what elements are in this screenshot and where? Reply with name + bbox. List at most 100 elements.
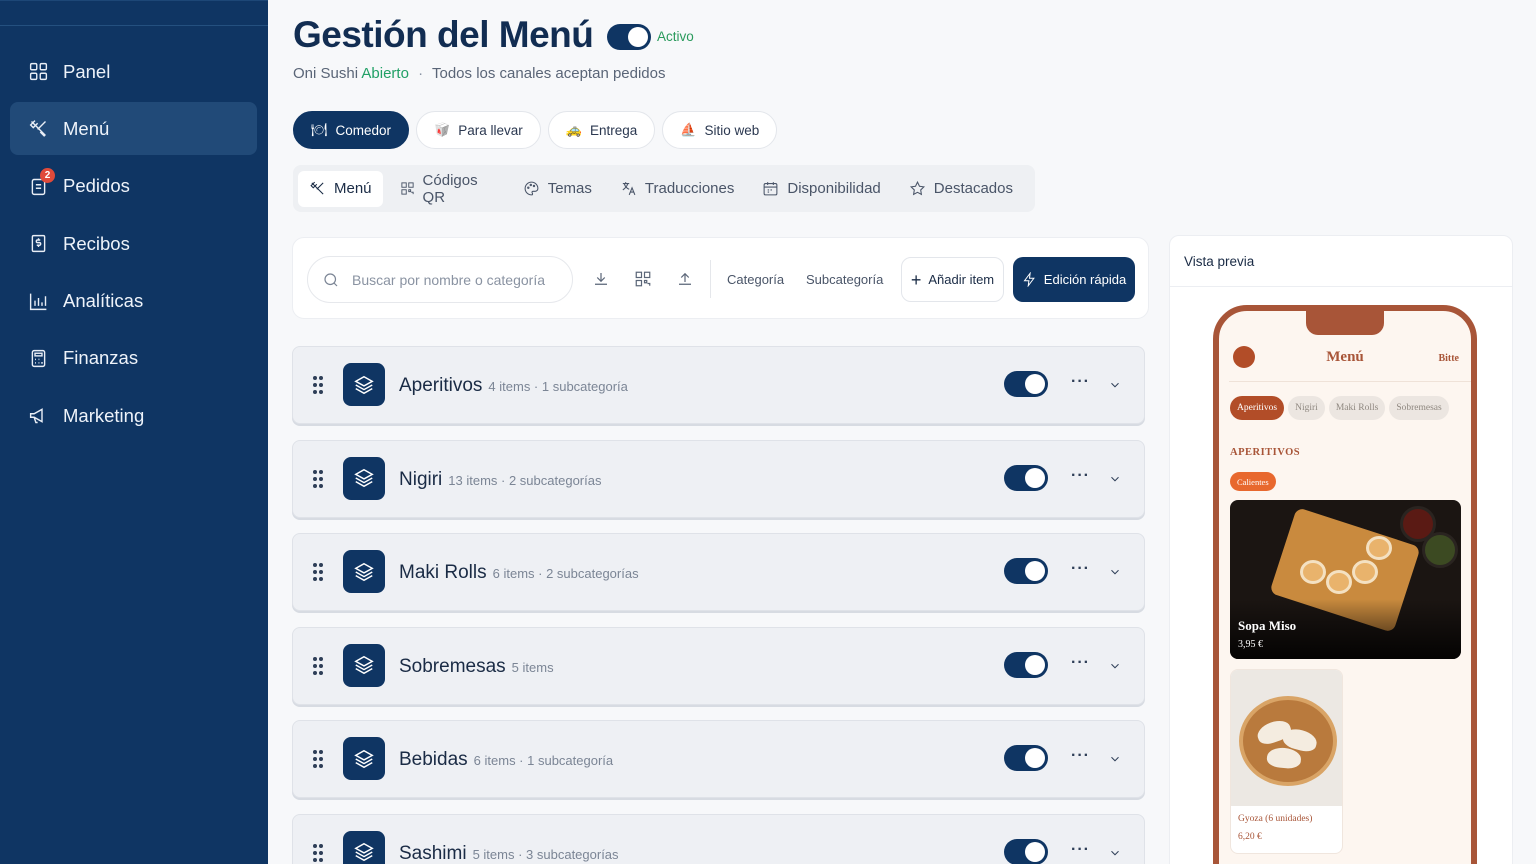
sidebar-item-panel[interactable]: Panel [10,45,257,98]
sidebar-item-label: Analíticas [63,290,144,312]
preview-panel: Vista previa Menú Bitte Aperitivos Nigir… [1169,235,1513,864]
phone-chip[interactable]: Maki Rolls [1328,396,1386,420]
toggle-knob [1025,748,1045,768]
more-options-icon[interactable]: ··· [1071,747,1090,765]
phone-section-title: APERITIVOS [1230,447,1301,458]
download-icon[interactable] [592,270,610,288]
tab-temas[interactable]: Temas [512,171,603,207]
layers-icon [343,643,385,687]
chevron-down-icon[interactable] [1108,659,1122,673]
more-options-icon[interactable]: ··· [1071,373,1090,391]
sidebar-item-label: Marketing [63,404,145,426]
more-options-icon[interactable]: ··· [1071,654,1090,672]
toggle-knob [1025,654,1045,675]
dining-icon: 🍽 [311,122,328,137]
menu-active-toggle[interactable] [607,24,651,50]
item-name: Gyoza (6 unidades) [1238,814,1313,824]
quick-edit-button[interactable]: Edición rápida [1013,257,1135,302]
chevron-down-icon[interactable] [1108,472,1122,486]
megaphone-icon [27,405,49,427]
orders-badge: 2 [40,168,55,184]
channel-pills: 🍽 Comedor 🥡 Para llevar 🚕 Entrega ⛵ Siti… [293,111,778,149]
sushi-roll-image [1326,570,1352,594]
toggle-knob [1025,467,1045,488]
quick-edit-label: Edición rápida [1043,272,1127,287]
search-input[interactable] [352,271,562,288]
tab-traducciones[interactable]: Traducciones [609,171,746,207]
tab-label: Códigos QR [422,171,478,206]
phone-item-card[interactable]: Gyoza (6 unidades) 6,20 € [1230,669,1343,854]
category-row[interactable]: Nigiri 13 items · 2 subcategorías ··· [292,439,1145,518]
sidebar-item-finanzas[interactable]: Finanzas [10,332,257,385]
sidebar-item-pedidos[interactable]: 2 Pedidos [10,160,257,213]
category-name: Maki Rolls [399,562,487,583]
tab-label: Disponibilidad [787,180,881,197]
category-visibility-toggle[interactable] [1004,464,1048,491]
channel-comedor[interactable]: 🍽 Comedor [293,111,410,149]
sidebar-item-label: Recibos [63,232,130,254]
tab-destacados[interactable]: Destacados [898,171,1024,207]
category-name: Bebidas [399,749,468,770]
category-name: Nigiri [399,468,443,490]
category-meta: 6 items · 1 subcategoría [473,753,614,768]
takeaway-icon: 🥡 [434,122,451,137]
phone-menu-title: Menú [1326,349,1364,365]
sidebar-item-marketing[interactable]: Marketing [10,389,257,442]
drag-handle-icon[interactable] [313,656,323,675]
category-visibility-toggle[interactable] [1004,371,1048,397]
category-row[interactable]: Sashimi 5 items · 3 subcategorías ··· [292,813,1145,864]
more-options-icon[interactable]: ··· [1071,841,1090,859]
drag-handle-icon[interactable] [313,750,323,768]
category-row[interactable]: Bebidas 6 items · 1 subcategoría ··· [292,720,1145,798]
category-visibility-toggle[interactable] [1004,745,1048,771]
drag-handle-icon[interactable] [313,563,323,581]
phone-chip[interactable]: Aperitivos [1230,396,1285,420]
tab-menu[interactable]: Menú [298,170,383,207]
chevron-down-icon[interactable] [1108,846,1122,860]
drag-handle-icon[interactable] [313,843,323,862]
category-name-group: Aperitivos 4 items · 1 subcategoría [399,375,628,397]
channel-entrega[interactable]: 🚕 Entrega [547,111,656,149]
plus-icon: + [910,269,922,290]
drag-handle-icon[interactable] [313,376,323,394]
chevron-down-icon[interactable] [1108,565,1122,579]
upload-icon[interactable] [676,270,694,288]
drag-handle-icon[interactable] [313,469,323,488]
category-visibility-toggle[interactable] [1004,558,1048,584]
tab-label: Destacados [933,180,1013,197]
item-price: 3,95 € [1238,639,1263,650]
tab-codigos-qr[interactable]: Códigos QR [389,171,506,207]
channel-sitio-web[interactable]: ⛵ Sitio web [662,111,778,149]
tab-label: Menú [334,180,372,197]
category-row[interactable]: Maki Rolls 6 items · 2 subcategorías ··· [292,533,1145,611]
chevron-down-icon[interactable] [1108,378,1122,392]
restaurant-name: Oni Sushi [293,65,359,82]
phone-subcategory-tag[interactable]: Calientes [1230,472,1276,491]
sidebar-item-recibos[interactable]: Recibos [10,217,257,270]
channel-para-llevar[interactable]: 🥡 Para llevar [416,111,541,149]
category-filter[interactable]: Categoría [727,272,784,287]
layers-icon [343,550,385,593]
category-row[interactable]: Sobremesas 5 items ··· [292,626,1145,705]
category-visibility-toggle[interactable] [1004,651,1048,678]
category-visibility-toggle[interactable] [1004,838,1048,864]
chevron-down-icon[interactable] [1108,752,1122,766]
subcategory-filter[interactable]: Subcategoría [806,272,883,287]
item-name: Sopa Miso [1238,618,1297,633]
add-item-button[interactable]: + Añadir item [901,257,1004,302]
more-options-icon[interactable]: ··· [1071,467,1090,485]
phone-item-card[interactable]: Sopa Miso 3,95 € [1230,500,1461,659]
delivery-icon: 🚕 [565,122,582,137]
phone-chip[interactable]: Sobremesas [1389,396,1449,420]
phone-notch [1306,311,1384,335]
search-box[interactable] [307,256,573,303]
category-row[interactable]: Aperitivos 4 items · 1 subcategoría ··· [292,346,1145,424]
sidebar-item-analiticas[interactable]: Analíticas [10,275,257,328]
website-icon: ⛵ [680,122,697,137]
more-options-icon[interactable]: ··· [1071,560,1090,578]
sidebar-item-menu[interactable]: Menú [10,102,257,156]
phone-chip[interactable]: Nigiri [1288,396,1325,420]
qr-code-icon[interactable] [634,270,652,288]
tab-disponibilidad[interactable]: Disponibilidad [751,171,891,207]
category-name-group: Maki Rolls 6 items · 2 subcategorías [399,562,639,584]
